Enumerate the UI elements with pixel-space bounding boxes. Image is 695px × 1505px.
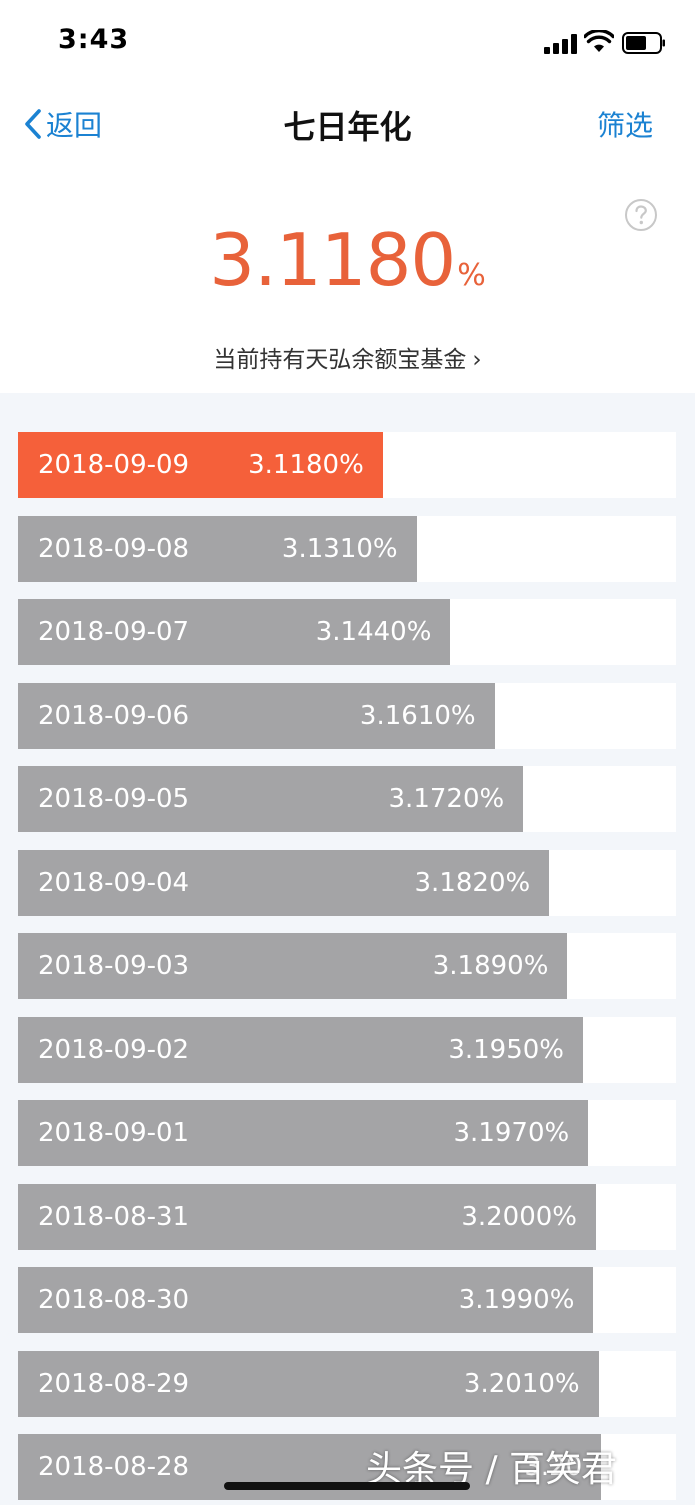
page-title: 七日年化 <box>283 108 412 146</box>
fund-link-label: 当前持有天弘余额宝基金 <box>213 347 467 373</box>
rate-value: 3.1890% <box>432 951 549 981</box>
battery-icon <box>622 32 665 54</box>
rate-row[interactable]: 2018-09-04 3.1820% <box>18 849 676 916</box>
rate-date: 2018-09-02 <box>38 1034 190 1065</box>
home-indicator <box>224 1482 470 1490</box>
rate-row[interactable]: 2018-08-31 3.2000% <box>18 1183 676 1250</box>
rate-date: 2018-08-29 <box>38 1368 190 1399</box>
rate-row[interactable]: 2018-09-02 3.1950% <box>18 1016 676 1083</box>
rate-date: 2018-09-01 <box>38 1118 190 1148</box>
cellular-signal-icon <box>544 34 578 54</box>
rate-row[interactable]: 2018-08-29 3.2010% <box>18 1350 676 1417</box>
current-rate: 3.1180% <box>0 218 695 302</box>
status-time: 3:43 <box>58 24 130 55</box>
rate-list: 2018-09-09 3.1180% 2018-09-08 3.1310% 2018-0… <box>0 393 695 1505</box>
rate-date: 2018-09-03 <box>38 951 190 981</box>
wifi-icon <box>584 30 614 52</box>
rate-date: 2018-08-30 <box>38 1285 190 1315</box>
rate-value: 3.1440% <box>315 617 432 647</box>
rate-date: 2018-09-08 <box>38 533 190 564</box>
rate-row[interactable]: 2018-09-08 3.1310% <box>18 515 676 582</box>
rate-row[interactable]: 2018-09-03 3.1890% <box>18 933 676 999</box>
rate-date: 2018-08-28 <box>38 1452 190 1482</box>
rate-date: 2018-09-06 <box>38 700 190 731</box>
rate-date: 2018-09-04 <box>38 867 190 898</box>
rate-value: 3.1310% <box>281 533 398 564</box>
rate-date: 2018-09-05 <box>38 784 190 814</box>
rate-date: 2018-08-31 <box>38 1201 190 1232</box>
rate-value: 3.1610% <box>359 700 476 731</box>
rate-value: 3.1720% <box>388 784 505 814</box>
rate-row[interactable]: 2018-08-30 3.1990% <box>18 1267 676 1333</box>
rate-row[interactable]: 2018-09-01 3.1970% <box>18 1100 676 1166</box>
rate-row[interactable]: 2018-09-05 3.1720% <box>18 766 676 832</box>
current-rate-unit: % <box>457 258 486 293</box>
rate-value: 3.1970% <box>453 1118 570 1148</box>
rate-value: 3.2010% <box>463 1368 580 1399</box>
rate-summary: 3.1180% 当前持有天弘余额宝基金 › <box>0 160 695 393</box>
rate-value: 3.1820% <box>414 867 531 898</box>
rate-row[interactable]: 2018-09-09 3.1180% <box>18 432 676 498</box>
rate-value: 3.1180% <box>248 450 364 480</box>
rate-value: 3.1990% <box>458 1285 575 1315</box>
chevron-right-icon: › <box>472 347 482 373</box>
rate-row[interactable]: 2018-09-07 3.1440% <box>18 599 676 665</box>
status-bar: 3:43 <box>0 0 695 86</box>
rate-value: 3.2000% <box>461 1201 577 1232</box>
rate-date: 2018-09-07 <box>38 617 190 647</box>
rate-date: 2018-09-09 <box>38 450 190 480</box>
rate-row[interactable]: 2018-09-06 3.1610% <box>18 682 676 749</box>
nav-bar: 返回 七日年化 筛选 <box>0 86 695 160</box>
rate-value: 3.1950% <box>448 1034 564 1065</box>
fund-link[interactable]: 当前持有天弘余额宝基金 › <box>0 340 695 374</box>
current-rate-number: 3.1180 <box>209 218 456 302</box>
filter-button[interactable]: 筛选 <box>597 104 653 144</box>
